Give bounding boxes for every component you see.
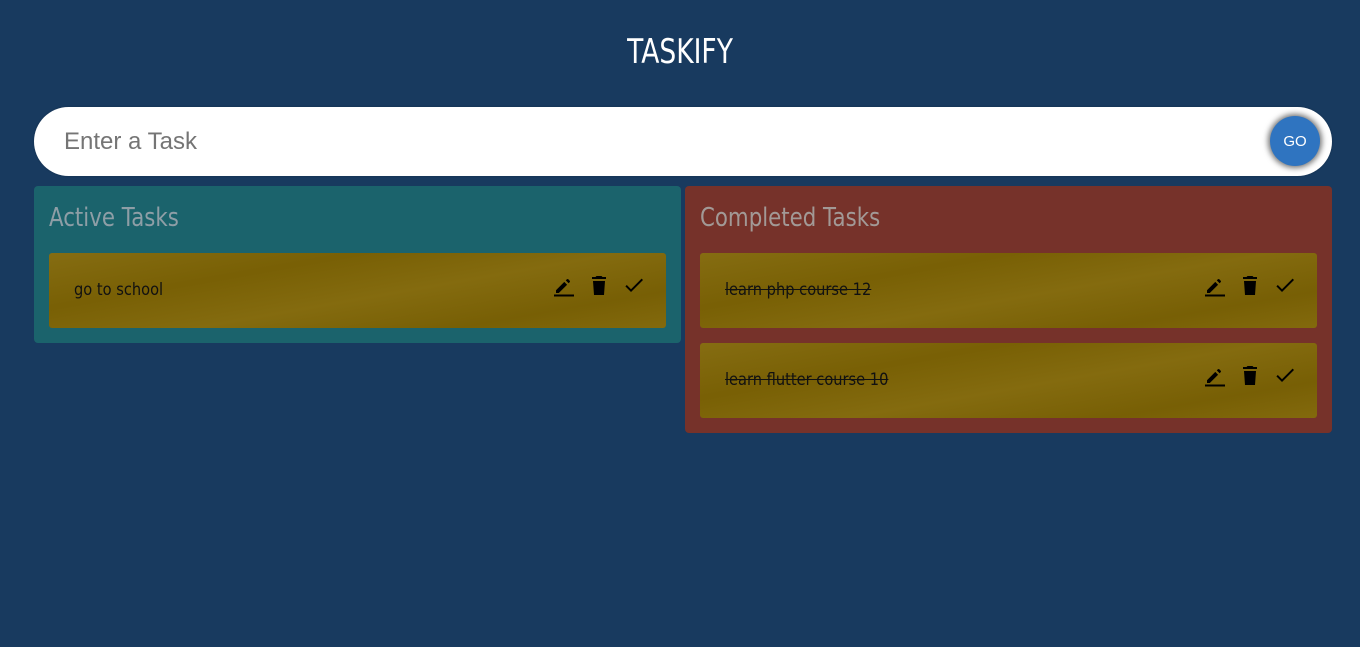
- task-text: learn flutter course 10: [725, 370, 889, 390]
- task-text: learn php course 12: [725, 280, 872, 300]
- task-card: learn php course 12: [700, 253, 1317, 328]
- edit-icon[interactable]: [1203, 273, 1227, 297]
- go-button[interactable]: GO: [1270, 116, 1320, 166]
- task-card: learn flutter course 10: [700, 343, 1317, 418]
- app-title: TASKIFY: [627, 32, 733, 72]
- task-input-bar: GO: [34, 107, 1332, 176]
- done-check-icon[interactable]: [1273, 273, 1297, 297]
- task-actions: [1203, 273, 1297, 297]
- task-card: go to school: [49, 253, 666, 328]
- edit-icon[interactable]: [1203, 363, 1227, 387]
- edit-icon[interactable]: [552, 273, 576, 297]
- done-check-icon[interactable]: [622, 273, 646, 297]
- done-check-icon[interactable]: [1273, 363, 1297, 387]
- completed-tasks-panel: Completed Tasks learn php course 12 lear…: [685, 186, 1332, 433]
- active-tasks-panel: Active Tasks go to school: [34, 186, 681, 343]
- delete-icon[interactable]: [1238, 363, 1262, 387]
- completed-tasks-heading: Completed Tasks: [700, 203, 881, 233]
- task-text: go to school: [74, 280, 164, 300]
- task-actions: [552, 273, 646, 297]
- active-tasks-heading: Active Tasks: [49, 203, 179, 233]
- task-actions: [1203, 363, 1297, 387]
- delete-icon[interactable]: [587, 273, 611, 297]
- delete-icon[interactable]: [1238, 273, 1262, 297]
- task-input[interactable]: [64, 119, 1244, 164]
